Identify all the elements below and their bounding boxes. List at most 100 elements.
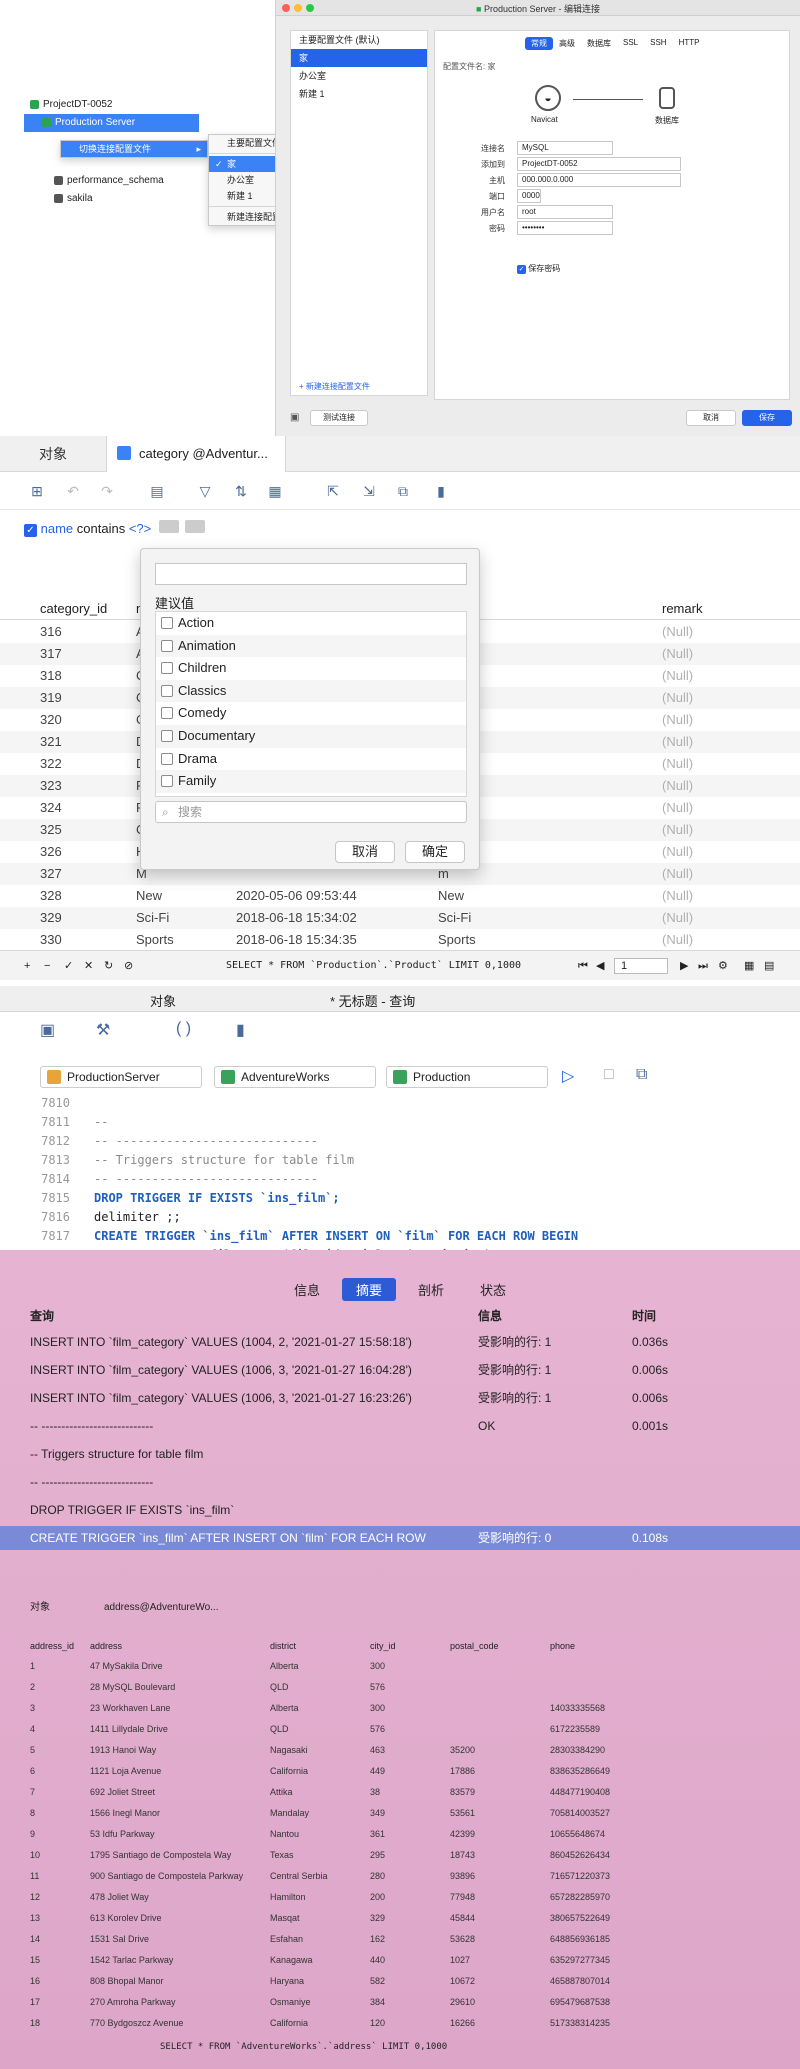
cell-city[interactable]: 384 — [370, 1992, 385, 2013]
table-row[interactable]: 12 478 Joliet Way Hamilton 200 77948 65728228… — [30, 1887, 750, 1908]
mini-tab-address[interactable]: address@AdventureWo... — [104, 1596, 218, 1620]
form-view-toggle-icon[interactable]: ▤ — [764, 951, 774, 981]
cell-dist[interactable]: Attika — [270, 1782, 293, 1803]
cell-addr[interactable]: 692 Joliet Street — [90, 1782, 155, 1803]
cell-city[interactable]: 582 — [370, 1971, 385, 1992]
cell-id[interactable]: 14 — [30, 1929, 40, 1950]
cell-post[interactable]: 18743 — [450, 1845, 475, 1866]
cell-addr[interactable]: 1121 Loja Avenue — [90, 1761, 161, 1782]
cell-id[interactable]: 8 — [30, 1803, 35, 1824]
table-row[interactable]: 14 1531 Sal Drive Esfahan 162 53628 648856936… — [30, 1929, 750, 1950]
cell-dist[interactable]: Alberta — [270, 1656, 299, 1677]
cell-phone[interactable]: 657282285970 — [550, 1887, 610, 1908]
table-row[interactable]: 13 613 Korolev Drive Masqat 329 45844 3806575… — [30, 1908, 750, 1929]
cell-post[interactable]: 83579 — [450, 1782, 475, 1803]
result-tab[interactable]: 状态 — [466, 1278, 520, 1301]
sidebar-toggle-icon[interactable]: ▣ — [290, 412, 299, 423]
beautify-icon[interactable]: ( ) — [176, 1020, 191, 1038]
profile-item[interactable]: 主要配置文件 (默认) — [291, 31, 427, 49]
cell-id[interactable]: 318 — [40, 665, 62, 687]
cell-id[interactable]: 317 — [40, 643, 62, 665]
suggestion-item[interactable]: Comedy — [156, 702, 466, 725]
cell-date[interactable]: 2018-06-18 15:34:35 — [236, 929, 357, 951]
result-row[interactable]: CREATE TRIGGER `ins_film` AFTER INSERT O… — [0, 1526, 800, 1550]
sort-icon[interactable]: ⇅ — [232, 482, 250, 500]
cell-dist[interactable]: Masqat — [270, 1908, 300, 1929]
filter-icon[interactable]: ▽ — [196, 482, 214, 500]
suggestion-item[interactable]: Drama — [156, 748, 466, 771]
cell-post[interactable]: 42399 — [450, 1824, 475, 1845]
cell-city[interactable]: 449 — [370, 1761, 385, 1782]
table-row[interactable]: 7 692 Joliet Street Attika 38 83579 448477190… — [30, 1782, 750, 1803]
cell-city[interactable]: 329 — [370, 1908, 385, 1929]
cell-remark[interactable]: (Null) — [662, 687, 693, 709]
cell-post[interactable]: 53561 — [450, 1803, 475, 1824]
filter-field[interactable]: name — [41, 521, 74, 536]
tab-objects[interactable]: 对象 — [150, 991, 176, 1010]
first-page-icon[interactable]: ⏮ — [578, 951, 588, 981]
cell-id[interactable]: 324 — [40, 797, 62, 819]
cell-addr[interactable]: 270 Amroha Parkway — [90, 1992, 176, 2013]
tab-query[interactable]: * 无标题 - 查询 — [330, 991, 415, 1010]
cell-post[interactable]: 10672 — [450, 1971, 475, 1992]
suggestion-item[interactable]: Action — [156, 612, 466, 635]
result-row[interactable]: -- ---------------------------- OK 0.001s — [0, 1414, 800, 1438]
commit-icon[interactable]: ⊞ — [28, 482, 46, 500]
filter-operator[interactable]: contains — [77, 521, 125, 536]
cell-remark[interactable]: (Null) — [662, 643, 693, 665]
cell-city[interactable]: 300 — [370, 1698, 385, 1719]
suggestion-item[interactable]: Family — [156, 770, 466, 793]
field-input[interactable]: •••••••• — [517, 221, 613, 235]
cell-addr[interactable]: 900 Santiago de Compostela Parkway — [90, 1866, 243, 1887]
chart-icon[interactable]: ▮ — [432, 482, 450, 500]
cell-dist[interactable]: Alberta — [270, 1698, 299, 1719]
cell-city[interactable]: 300 — [370, 1656, 385, 1677]
table-row[interactable]: 8 1566 Inegl Manor Mandalay 349 53561 7058140… — [30, 1803, 750, 1824]
form-tab[interactable]: SSH — [644, 37, 672, 50]
cell-value[interactable]: Sci-Fi — [438, 907, 471, 929]
profile-item[interactable]: 办公室 — [291, 67, 427, 85]
mini-tab-objects[interactable]: 对象 — [30, 1596, 50, 1620]
result-row[interactable]: -- ---------------------------- — [0, 1470, 800, 1494]
cell-city[interactable]: 576 — [370, 1719, 385, 1740]
cell-post[interactable]: 93896 — [450, 1866, 475, 1887]
cell-remark[interactable]: (Null) — [662, 621, 693, 643]
cell-addr[interactable]: 47 MySakila Drive — [90, 1656, 163, 1677]
result-tab[interactable]: 剖析 — [404, 1278, 458, 1301]
import-icon[interactable]: ⇱ — [324, 482, 342, 500]
cell-phone[interactable]: 14033335568 — [550, 1698, 605, 1719]
cell-id[interactable]: 329 — [40, 907, 62, 929]
cell-id[interactable]: 12 — [30, 1887, 40, 1908]
checkbox[interactable] — [161, 684, 173, 697]
cell-dist[interactable]: Osmaniye — [270, 1992, 311, 2013]
tree-item[interactable]: sakila — [24, 190, 199, 208]
cell-city[interactable]: 440 — [370, 1950, 385, 1971]
cell-addr[interactable]: 28 MySQL Boulevard — [90, 1677, 175, 1698]
cell-phone[interactable]: 28303384290 — [550, 1740, 605, 1761]
prev-page-icon[interactable]: ◀ — [596, 951, 604, 981]
checkbox[interactable] — [161, 707, 173, 720]
cell-dist[interactable]: Central Serbia — [270, 1866, 328, 1887]
checkbox[interactable] — [161, 662, 173, 675]
cell-remark[interactable]: (Null) — [662, 665, 693, 687]
tab-objects[interactable]: 对象 — [0, 436, 106, 472]
cell-id[interactable]: 321 — [40, 731, 62, 753]
cell-remark[interactable]: (Null) — [662, 753, 693, 775]
table-row[interactable]: 17 270 Amroha Parkway Osmaniye 384 29610 6954… — [30, 1992, 750, 2013]
delete-record-icon[interactable]: − — [44, 951, 50, 981]
cell-remark[interactable]: (Null) — [662, 885, 693, 907]
cell-id[interactable]: 325 — [40, 819, 62, 841]
chart-icon[interactable]: ▮ — [236, 1020, 245, 1040]
cell-remark[interactable]: (Null) — [662, 819, 693, 841]
cell-id[interactable]: 319 — [40, 687, 62, 709]
cell-name[interactable]: New — [136, 885, 162, 907]
popup-cancel-button[interactable]: 取消 — [335, 841, 395, 863]
cell-city[interactable]: 463 — [370, 1740, 385, 1761]
profile-item[interactable]: 新建 1 — [291, 85, 427, 103]
settings-icon[interactable]: ⚙ — [718, 951, 728, 981]
cell-addr[interactable]: 770 Bydgoszcz Avenue — [90, 2013, 183, 2034]
cell-id[interactable]: 18 — [30, 2013, 40, 2034]
table-row[interactable]: 11 900 Santiago de Compostela Parkway Cent… — [30, 1866, 750, 1887]
cell-addr[interactable]: 23 Workhaven Lane — [90, 1698, 170, 1719]
cell-date[interactable]: 2020-05-06 09:53:44 — [236, 885, 357, 907]
